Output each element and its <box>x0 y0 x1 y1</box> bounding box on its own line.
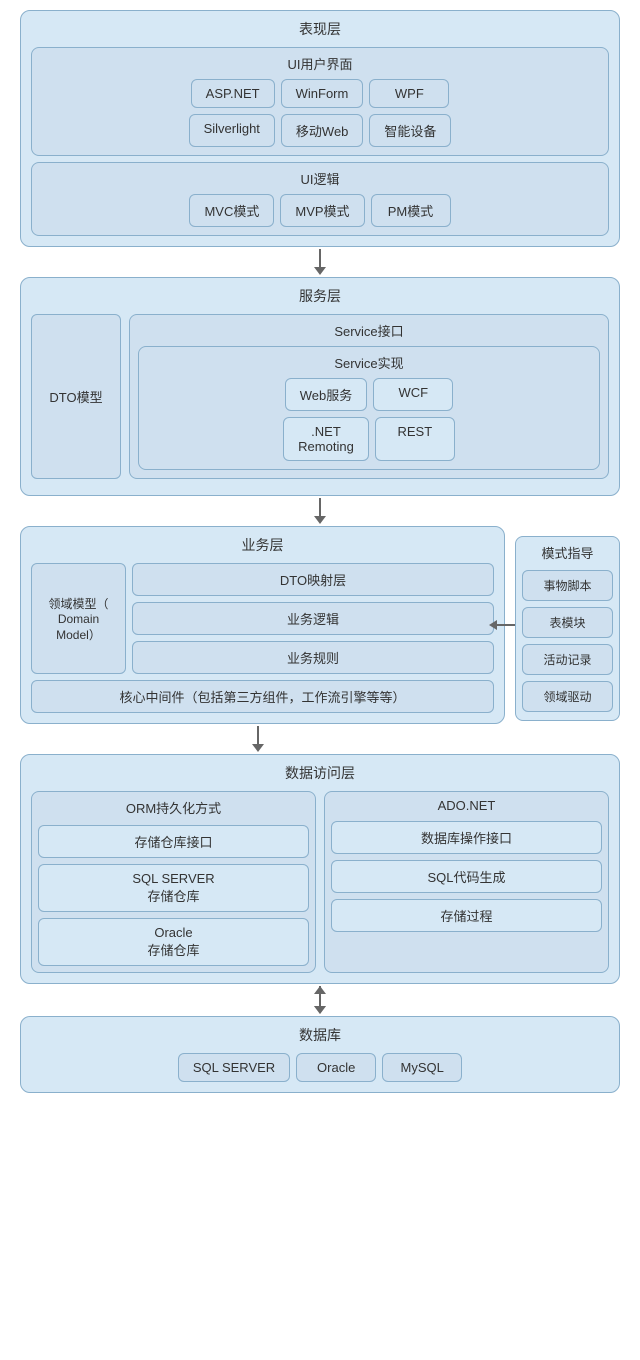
service-impl-row1: Web服务 WCF <box>147 378 591 411</box>
ui-logic-box: UI逻辑 MVC模式 MVP模式 PM模式 <box>31 162 609 236</box>
pattern-guide-title: 模式指导 <box>522 543 613 562</box>
domain-dto-row: 领域模型（ Domain Model） DTO映射层 业务逻辑 业务规则 <box>31 563 494 674</box>
business-rules-tag: 业务规则 <box>132 641 494 674</box>
ado-col-title: ADO.NET <box>331 798 602 813</box>
architecture-diagram: 表现层 UI用户界面 ASP.NET WinForm WPF Silverlig… <box>20 10 620 1093</box>
service-impl-box: Service实现 Web服务 WCF .NET Remoting REST <box>138 346 600 470</box>
presentation-layer: 表现层 UI用户界面 ASP.NET WinForm WPF Silverlig… <box>20 10 620 247</box>
business-layer-main: 业务层 领域模型（ Domain Model） DTO映射层 业务逻辑 业务规则… <box>20 526 505 724</box>
sql-server-repo-tag: SQL SERVER 存储仓库 <box>38 864 309 912</box>
business-arrow-row <box>20 724 620 754</box>
business-row: 业务层 领域模型（ Domain Model） DTO映射层 业务逻辑 业务规则… <box>20 526 620 724</box>
service-impl-row2: .NET Remoting REST <box>147 417 591 461</box>
mobileweb-tag: 移动Web <box>281 114 364 147</box>
table-module-tag: 表模块 <box>522 607 613 638</box>
data-access-cols: ORM持久化方式 存储仓库接口 SQL SERVER 存储仓库 Oracle 存… <box>31 791 609 973</box>
service-interface-title: Service接口 <box>138 321 600 340</box>
service-interface-box: Service接口 Service实现 Web服务 WCF .NET Remot… <box>129 314 609 479</box>
database-layer: 数据库 SQL SERVER Oracle MySQL <box>20 1016 620 1093</box>
domain-driven-tag: 领域驱动 <box>522 681 613 712</box>
oracle-db-tag: Oracle <box>296 1053 376 1082</box>
service-impl-title: Service实现 <box>147 353 591 372</box>
smartdevice-tag: 智能设备 <box>369 114 451 147</box>
ui-interface-box: UI用户界面 ASP.NET WinForm WPF Silverlight 移… <box>31 47 609 156</box>
data-access-layer: 数据访问层 ORM持久化方式 存储仓库接口 SQL SERVER 存储仓库 Or… <box>20 754 620 984</box>
mvc-tag: MVC模式 <box>189 194 274 227</box>
repository-interface-tag: 存储仓库接口 <box>38 825 309 858</box>
rest-tag: REST <box>375 417 455 461</box>
ui-row1: ASP.NET WinForm WPF <box>40 79 600 108</box>
database-layer-title: 数据库 <box>31 1025 609 1045</box>
transaction-script-tag: 事物脚本 <box>522 570 613 601</box>
service-layer: 服务层 DTO模型 Service接口 Service实现 Web服务 WCF … <box>20 277 620 496</box>
silverlight-tag: Silverlight <box>189 114 275 147</box>
ui-interface-title: UI用户界面 <box>40 54 600 73</box>
database-tags: SQL SERVER Oracle MySQL <box>31 1053 609 1082</box>
pm-tag: PM模式 <box>371 194 451 227</box>
ui-row2: Silverlight 移动Web 智能设备 <box>40 114 600 147</box>
domain-model-tag: 领域模型（ Domain Model） <box>31 563 126 674</box>
dto-model-tag: DTO模型 <box>31 314 121 479</box>
orm-col: ORM持久化方式 存储仓库接口 SQL SERVER 存储仓库 Oracle 存… <box>31 791 316 973</box>
webservice-tag: Web服务 <box>285 378 368 411</box>
winform-tag: WinForm <box>281 79 364 108</box>
wcf-tag: WCF <box>373 378 453 411</box>
mvp-tag: MVP模式 <box>280 194 364 227</box>
sql-codegen-tag: SQL代码生成 <box>331 860 602 893</box>
business-logic-tag: 业务逻辑 <box>132 602 494 635</box>
dto-section: DTO映射层 业务逻辑 业务规则 <box>132 563 494 674</box>
db-op-interface-tag: 数据库操作接口 <box>331 821 602 854</box>
dotnet-remoting-tag: .NET Remoting <box>283 417 369 461</box>
mysql-db-tag: MySQL <box>382 1053 462 1082</box>
biz-arrow-col <box>20 724 495 754</box>
core-middleware-tag: 核心中间件（包括第三方组件，工作流引擎等等） <box>31 680 494 713</box>
dto-mapping-tag: DTO映射层 <box>132 563 494 596</box>
presentation-layer-title: 表现层 <box>31 19 609 39</box>
data-access-layer-title: 数据访问层 <box>31 763 609 783</box>
orm-col-title: ORM持久化方式 <box>38 798 309 817</box>
stored-proc-tag: 存储过程 <box>331 899 602 932</box>
ui-logic-title: UI逻辑 <box>40 169 600 188</box>
ado-col: ADO.NET 数据库操作接口 SQL代码生成 存储过程 <box>324 791 609 973</box>
active-record-tag: 活动记录 <box>522 644 613 675</box>
aspnet-tag: ASP.NET <box>191 79 275 108</box>
service-layer-title: 服务层 <box>31 286 609 306</box>
oracle-repo-tag: Oracle 存储仓库 <box>38 918 309 966</box>
business-layer-title: 业务层 <box>31 535 494 555</box>
business-layer: 业务层 领域模型（ Domain Model） DTO映射层 业务逻辑 业务规则… <box>20 526 505 724</box>
sqlserver-db-tag: SQL SERVER <box>178 1053 290 1082</box>
pattern-guide-panel: 模式指导 事物脚本 表模块 活动记录 领域驱动 <box>515 536 620 721</box>
ui-logic-tags: MVC模式 MVP模式 PM模式 <box>40 194 600 227</box>
wpf-tag: WPF <box>369 79 449 108</box>
